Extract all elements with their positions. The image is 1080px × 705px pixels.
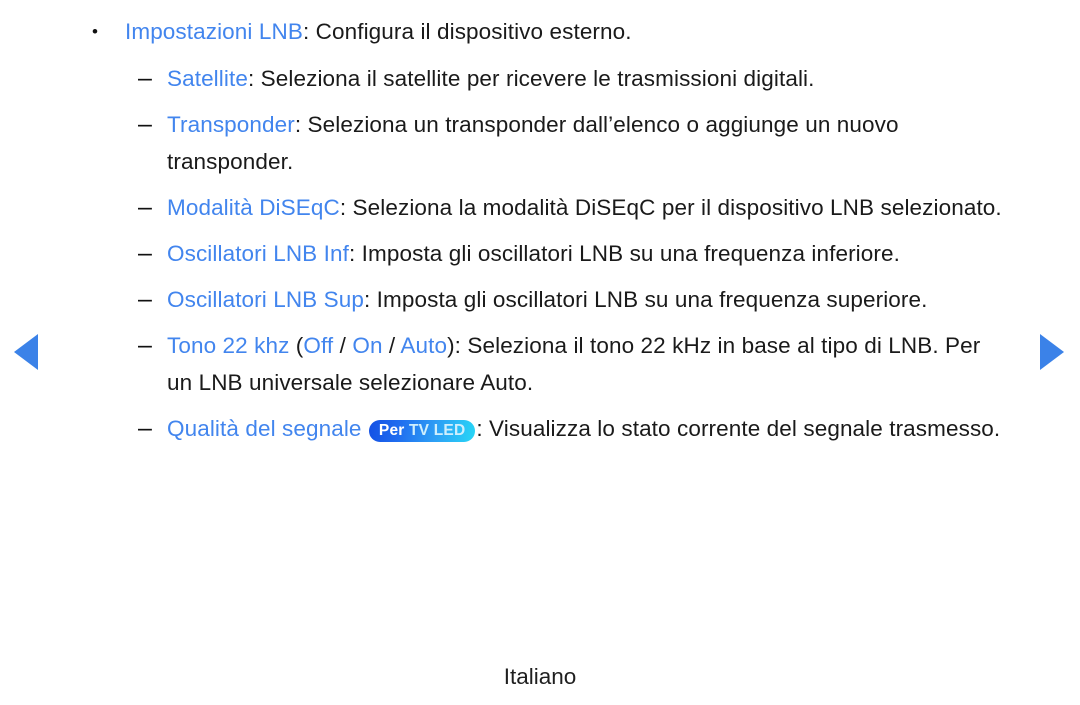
list-item-text: Impostazioni LNB: Configura il dispositi… xyxy=(125,13,955,50)
item-keyword: Modalità DiSEqC xyxy=(167,195,340,220)
list-item: – Transponder: Seleziona un transponder … xyxy=(0,106,1080,180)
list-item: • Impostazioni LNB: Configura il disposi… xyxy=(0,13,1080,50)
dash-marker: – xyxy=(138,64,152,92)
dash-marker: – xyxy=(138,110,152,138)
badge-suffix: LED xyxy=(433,422,466,439)
list-item-text: Qualità del segnale Per TV LED: Visualiz… xyxy=(167,410,1010,447)
dash-marker: – xyxy=(138,239,152,267)
item-description: : Imposta gli oscillatori LNB su una fre… xyxy=(363,287,928,312)
item-keyword: Oscillatori LNB Inf xyxy=(167,241,349,266)
list-item-text: Transponder: Seleziona un transponder da… xyxy=(167,106,1010,180)
option-on: On xyxy=(352,333,383,358)
options-open-paren: ( xyxy=(289,333,304,358)
emanual-page: • Impostazioni LNB: Configura il disposi… xyxy=(0,0,1080,705)
dash-marker: – xyxy=(138,285,152,313)
per-tv-led-badge: Per TV LED xyxy=(368,420,476,442)
item-keyword: Oscillatori LNB Sup xyxy=(167,287,364,312)
item-description: : Configura il dispositivo esterno. xyxy=(302,19,632,44)
list-item: – Oscillatori LNB Sup: Imposta gli oscil… xyxy=(0,281,1080,318)
list-item-text: Satellite: Seleziona il satellite per ri… xyxy=(167,60,1010,97)
option-separator: / xyxy=(333,333,353,358)
list-item-text: Oscillatori LNB Inf: Imposta gli oscilla… xyxy=(167,235,1010,272)
list-item: – Satellite: Seleziona il satellite per … xyxy=(0,60,1080,97)
item-keyword: Tono 22 khz xyxy=(167,333,290,358)
content-list: • Impostazioni LNB: Configura il disposi… xyxy=(0,13,1080,456)
dash-marker: – xyxy=(138,414,152,442)
dash-marker: – xyxy=(138,331,152,359)
bullet-marker: • xyxy=(92,22,98,41)
badge-mid: TV xyxy=(409,422,430,439)
item-keyword: Qualità del segnale xyxy=(167,416,362,441)
dash-marker: – xyxy=(138,193,152,221)
footer-language: Italiano xyxy=(503,664,577,689)
item-description: : Imposta gli oscillatori LNB su una fre… xyxy=(348,241,900,266)
list-item-text: Modalità DiSEqC: Seleziona la modalità D… xyxy=(167,189,1010,226)
option-off: Off xyxy=(303,333,334,358)
list-item: – Oscillatori LNB Inf: Imposta gli oscil… xyxy=(0,235,1080,272)
item-description: : Seleziona la modalità DiSEqC per il di… xyxy=(339,195,1002,220)
list-item: – Tono 22 khz (Off / On / Auto): Selezio… xyxy=(0,327,1080,401)
option-separator: / xyxy=(382,333,401,358)
list-item: – Qualità del segnale Per TV LED: Visual… xyxy=(0,410,1080,447)
item-description: : Visualizza lo stato corrente del segna… xyxy=(476,416,1001,441)
list-item: – Modalità DiSEqC: Seleziona la modalità… xyxy=(0,189,1080,226)
item-keyword: Impostazioni LNB xyxy=(125,19,303,44)
list-item-text: Oscillatori LNB Sup: Imposta gli oscilla… xyxy=(167,281,1010,318)
options-close-paren: ) xyxy=(447,333,455,358)
badge-prefix: Per xyxy=(378,422,405,439)
list-item-text: Tono 22 khz (Off / On / Auto): Seleziona… xyxy=(167,327,1010,401)
item-keyword: Transponder xyxy=(167,112,295,137)
option-auto: Auto xyxy=(400,333,448,358)
item-description: : Seleziona il satellite per ricevere le… xyxy=(247,66,815,91)
item-keyword: Satellite xyxy=(167,66,248,91)
